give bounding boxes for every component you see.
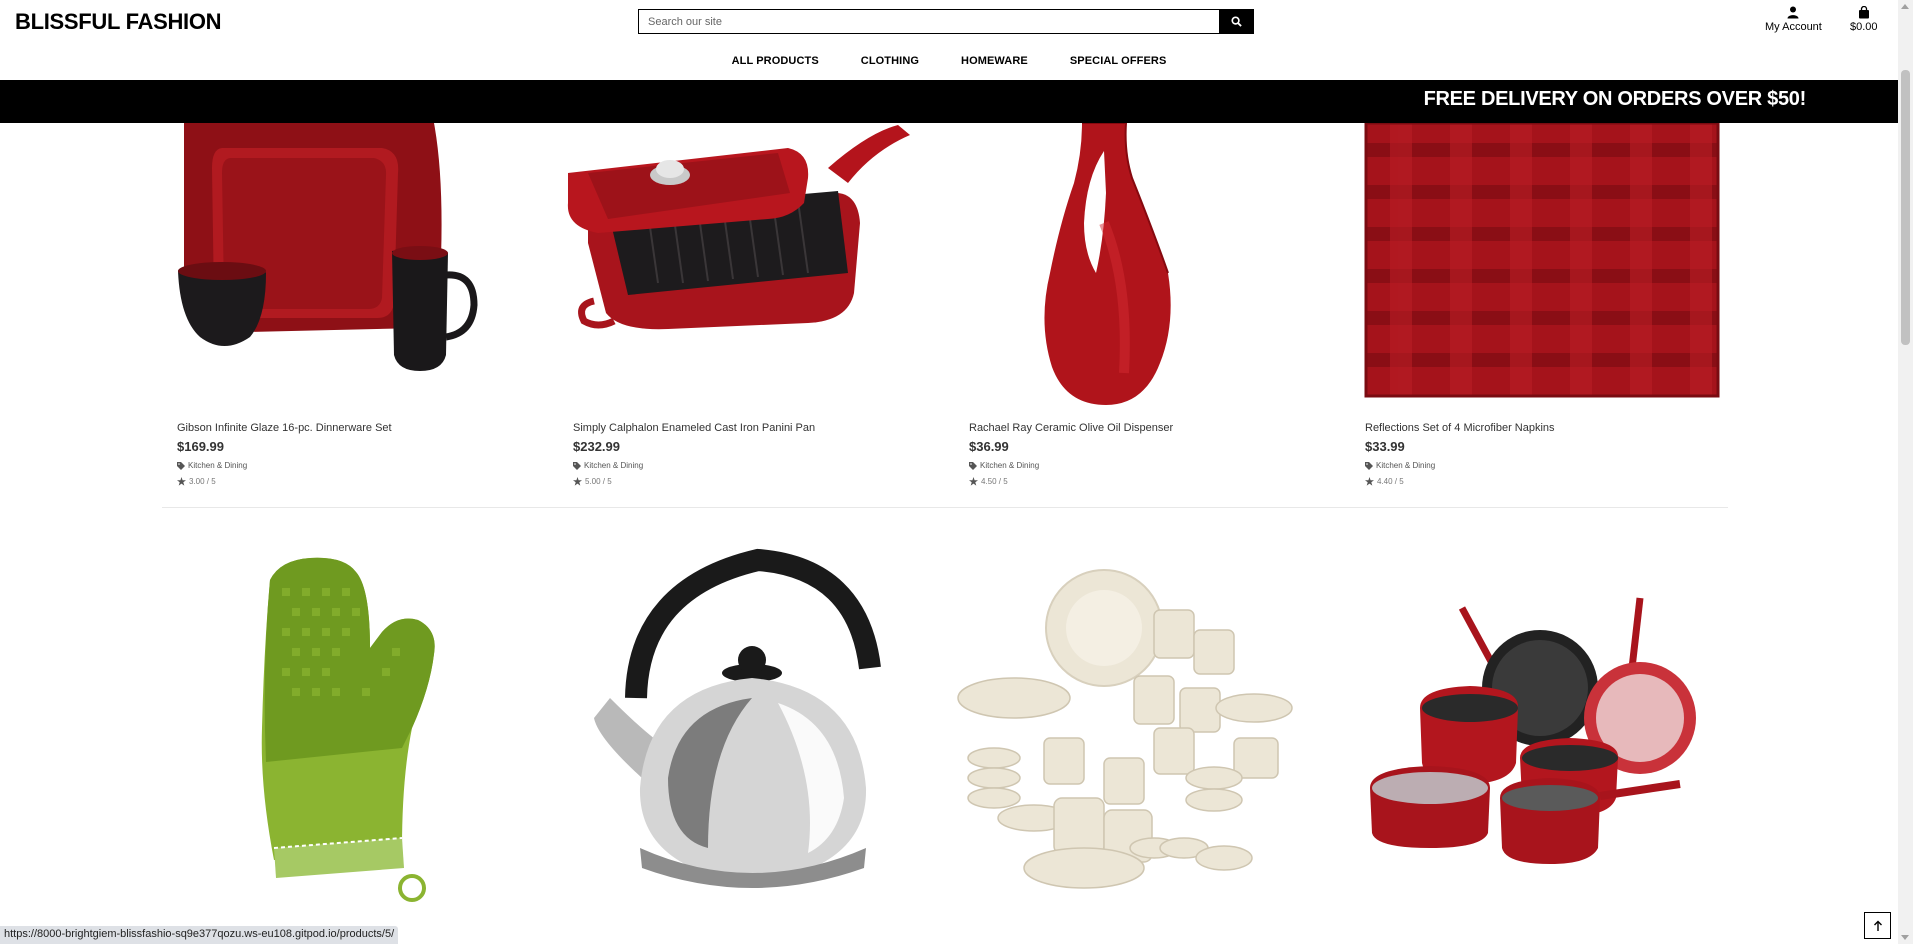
search-input[interactable] xyxy=(639,10,1219,33)
nav-item-homeware[interactable]: HOMEWARE xyxy=(940,55,1049,67)
cart-link[interactable]: $0.00 xyxy=(1850,6,1878,33)
product-category-label: Kitchen & Dining xyxy=(980,461,1040,470)
product-name[interactable]: Gibson Infinite Glaze 16-pc. Dinnerware … xyxy=(177,422,392,434)
product-name[interactable]: Rachael Ray Ceramic Olive Oil Dispenser xyxy=(969,422,1173,434)
product-card xyxy=(954,123,1330,413)
scroll-down-arrow[interactable] xyxy=(1901,935,1909,940)
scroll-up-arrow[interactable] xyxy=(1901,4,1909,9)
star-icon xyxy=(1365,477,1374,486)
product-image-oil-dispenser[interactable] xyxy=(954,123,1330,413)
product-rating: 5.00 / 5 xyxy=(573,477,612,486)
page: BLISSFUL FASHION My Account $0.00 xyxy=(0,0,1913,944)
brand-logo[interactable]: BLISSFUL FASHION xyxy=(15,9,222,35)
product-rating-value: 4.40 / 5 xyxy=(1377,477,1404,486)
product-name[interactable]: Simply Calphalon Enameled Cast Iron Pani… xyxy=(573,422,815,434)
product-category[interactable]: Kitchen & Dining xyxy=(177,461,247,470)
product-rating-value: 3.00 / 5 xyxy=(189,477,216,486)
product-image-panini-pan[interactable] xyxy=(558,123,934,413)
tag-icon xyxy=(969,461,977,470)
search-bar xyxy=(638,9,1254,34)
product-category[interactable]: Kitchen & Dining xyxy=(573,461,643,470)
product-image-kettle[interactable] xyxy=(558,548,934,918)
star-icon xyxy=(573,477,582,486)
product-price: $169.99 xyxy=(177,439,224,454)
product-image-cream-dinnerware[interactable] xyxy=(954,548,1330,918)
product-price: $33.99 xyxy=(1365,439,1405,454)
site-header: BLISSFUL FASHION My Account $0.00 xyxy=(0,0,1898,80)
product-category[interactable]: Kitchen & Dining xyxy=(1365,461,1435,470)
product-image-oven-mitt[interactable] xyxy=(162,548,538,918)
row-divider xyxy=(162,507,1728,508)
product-card xyxy=(1350,548,1726,918)
product-card xyxy=(558,123,934,413)
product-rating: 4.40 / 5 xyxy=(1365,477,1404,486)
star-icon xyxy=(177,477,186,486)
product-category-label: Kitchen & Dining xyxy=(584,461,644,470)
nav-item-clothing[interactable]: CLOTHING xyxy=(840,55,940,67)
main-nav: ALL PRODUCTS CLOTHING HOMEWARE SPECIAL O… xyxy=(0,55,1898,67)
browser-status-url: https://8000-brightgiem-blissfashio-sq9e… xyxy=(0,926,399,944)
product-image-napkins[interactable] xyxy=(1350,123,1726,413)
user-icon xyxy=(1787,6,1799,19)
delivery-banner-text: FREE DELIVERY ON ORDERS OVER $50! xyxy=(1423,88,1807,110)
product-rating-value: 4.50 / 5 xyxy=(981,477,1008,486)
product-card xyxy=(954,548,1330,918)
product-price: $36.99 xyxy=(969,439,1009,454)
my-account-link[interactable]: My Account xyxy=(1765,6,1822,33)
page-scrollbar[interactable] xyxy=(1898,0,1913,944)
tag-icon xyxy=(177,461,185,470)
search-button[interactable] xyxy=(1219,10,1253,33)
product-card xyxy=(1350,123,1726,413)
product-category-label: Kitchen & Dining xyxy=(188,461,248,470)
product-rating: 3.00 / 5 xyxy=(177,477,216,486)
star-icon xyxy=(969,477,978,486)
product-category[interactable]: Kitchen & Dining xyxy=(969,461,1039,470)
shopping-bag-icon xyxy=(1858,6,1869,19)
nav-item-all-products[interactable]: ALL PRODUCTS xyxy=(711,55,840,67)
tag-icon xyxy=(1365,461,1373,470)
product-image-dinnerware[interactable] xyxy=(162,123,538,413)
product-card xyxy=(162,123,538,413)
product-card xyxy=(162,548,538,918)
product-card xyxy=(558,548,934,918)
tag-icon xyxy=(573,461,581,470)
search-icon xyxy=(1230,16,1242,27)
arrow-up-icon xyxy=(1873,920,1882,931)
back-to-top-button[interactable] xyxy=(1864,912,1891,939)
product-category-label: Kitchen & Dining xyxy=(1376,461,1436,470)
product-rating-value: 5.00 / 5 xyxy=(585,477,612,486)
my-account-label: My Account xyxy=(1765,21,1822,33)
nav-item-special-offers[interactable]: SPECIAL OFFERS xyxy=(1049,55,1188,67)
product-price: $232.99 xyxy=(573,439,620,454)
cart-total: $0.00 xyxy=(1850,21,1878,33)
product-rating: 4.50 / 5 xyxy=(969,477,1008,486)
scrollbar-thumb[interactable] xyxy=(1901,70,1910,345)
delivery-banner: FREE DELIVERY ON ORDERS OVER $50! xyxy=(0,80,1898,123)
product-name[interactable]: Reflections Set of 4 Microfiber Napkins xyxy=(1365,422,1555,434)
product-image-cookware-set[interactable] xyxy=(1350,548,1726,918)
